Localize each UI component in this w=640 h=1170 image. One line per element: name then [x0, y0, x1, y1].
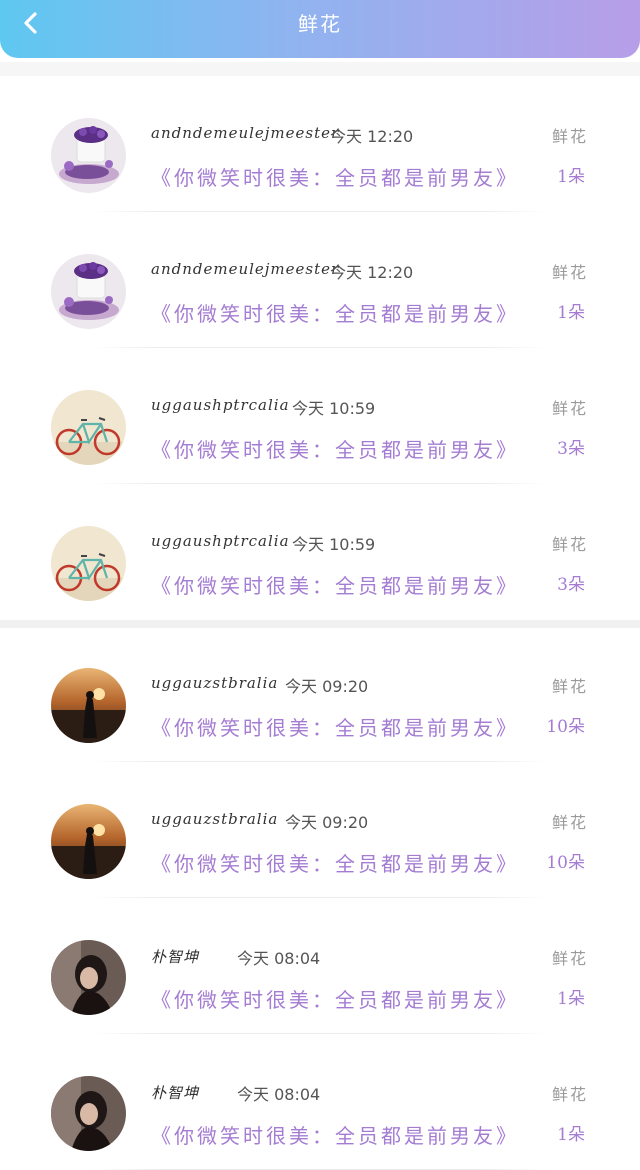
book-title-link[interactable]: 《你微笑时很美：全员都是前男友》 [151, 570, 519, 599]
gift-count: 1朵 [557, 303, 585, 323]
user-name[interactable]: 朴智坤 [151, 1082, 199, 1103]
book-title-link[interactable]: 《你微笑时很美：全员都是前男友》 [151, 162, 519, 191]
gift-type: 鲜花 [551, 813, 588, 832]
book-title-link[interactable]: 《你微笑时很美：全员都是前男友》 [151, 434, 519, 463]
book-title-link[interactable]: 《你微笑时很美：全员都是前男友》 [151, 984, 519, 1013]
list-item[interactable]: andndemeulejmeester 今天 12:20 《你微笑时很美：全员都… [0, 76, 640, 212]
gift-type: 鲜花 [551, 677, 588, 696]
list-item[interactable]: uggauzstbralia 今天 09:20 《你微笑时很美：全员都是前男友》… [0, 762, 640, 898]
section-divider [0, 620, 640, 628]
list-item[interactable]: uggaushptrcalia 今天 10:59 《你微笑时很美：全员都是前男友… [0, 348, 640, 484]
timestamp: 今天 08:04 [237, 949, 321, 968]
timestamp: 今天 09:20 [285, 813, 369, 832]
flower-pot-avatar[interactable] [51, 254, 126, 329]
user-name[interactable]: uggauzstbralia [151, 810, 278, 828]
user-name[interactable]: 朴智坤 [151, 946, 199, 967]
gift-type: 鲜花 [551, 949, 588, 968]
user-name[interactable]: andndemeulejmeester [151, 260, 339, 278]
gift-type: 鲜花 [551, 263, 588, 282]
bicycle-avatar[interactable] [51, 526, 126, 601]
user-name[interactable]: andndemeulejmeester [151, 124, 339, 142]
sunset-avatar[interactable] [51, 804, 126, 879]
gift-count: 10朵 [546, 853, 585, 873]
gift-type: 鲜花 [551, 127, 588, 146]
gift-count: 1朵 [557, 167, 585, 187]
bicycle-avatar[interactable] [51, 390, 126, 465]
list-item[interactable]: uggauzstbralia 今天 09:20 《你微笑时很美：全员都是前男友》… [0, 626, 640, 762]
user-name[interactable]: uggauzstbralia [151, 674, 278, 692]
book-title-link[interactable]: 《你微笑时很美：全员都是前男友》 [151, 712, 519, 741]
book-title-link[interactable]: 《你微笑时很美：全员都是前男友》 [151, 298, 519, 327]
page-title: 鲜花 [298, 12, 342, 36]
timestamp: 今天 12:20 [330, 263, 414, 282]
gift-type: 鲜花 [551, 1085, 588, 1104]
timestamp: 今天 09:20 [285, 677, 369, 696]
timestamp: 今天 10:59 [292, 399, 376, 418]
gift-count: 1朵 [557, 1125, 585, 1145]
sunset-avatar[interactable] [51, 668, 126, 743]
timestamp: 今天 10:59 [292, 535, 376, 554]
list-item[interactable]: andndemeulejmeester 今天 12:20 《你微笑时很美：全员都… [0, 212, 640, 348]
timestamp: 今天 08:04 [237, 1085, 321, 1104]
top-spacer [0, 62, 640, 76]
user-name[interactable]: uggaushptrcalia [151, 396, 290, 414]
list-item[interactable]: uggaushptrcalia 今天 10:59 《你微笑时很美：全员都是前男友… [0, 484, 640, 620]
flower-pot-avatar[interactable] [51, 118, 126, 193]
portrait-avatar[interactable] [51, 1076, 126, 1151]
list-item[interactable]: 朴智坤 今天 08:04 《你微笑时很美：全员都是前男友》 鲜花 1朵 [0, 1034, 640, 1170]
timestamp: 今天 12:20 [330, 127, 414, 146]
book-title-link[interactable]: 《你微笑时很美：全员都是前男友》 [151, 848, 519, 877]
portrait-avatar[interactable] [51, 940, 126, 1015]
user-name[interactable]: uggaushptrcalia [151, 532, 290, 550]
gift-type: 鲜花 [551, 399, 588, 418]
top-bar: 鲜花 [0, 0, 640, 58]
book-title-link[interactable]: 《你微笑时很美：全员都是前男友》 [151, 1120, 519, 1149]
gift-type: 鲜花 [551, 535, 588, 554]
gift-count: 10朵 [546, 717, 585, 737]
gift-count: 3朵 [557, 439, 585, 459]
list-item[interactable]: 朴智坤 今天 08:04 《你微笑时很美：全员都是前男友》 鲜花 1朵 [0, 898, 640, 1034]
gift-count: 3朵 [557, 575, 585, 595]
gift-count: 1朵 [557, 989, 585, 1009]
